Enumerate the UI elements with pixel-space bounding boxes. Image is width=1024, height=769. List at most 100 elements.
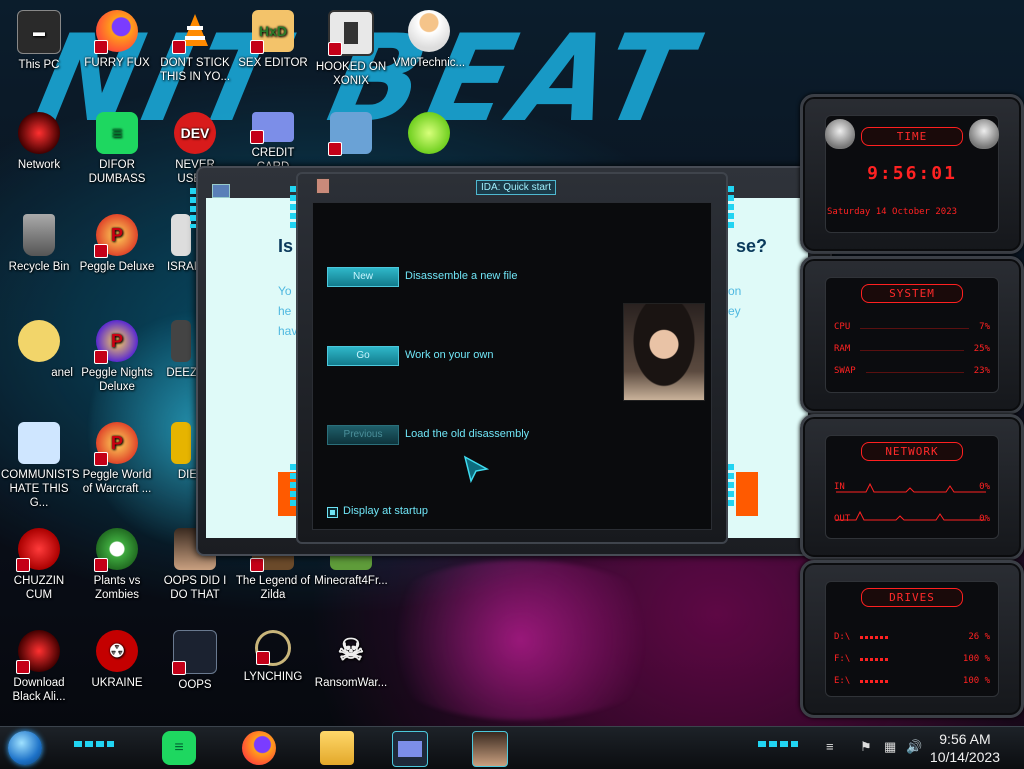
desktop-icon-network[interactable]: Network	[1, 110, 77, 172]
radiation-icon: ☢	[96, 630, 138, 672]
peggle-wow-icon: P	[94, 422, 138, 466]
desktop-icon-furry-fux[interactable]: FURRY FUX	[79, 8, 155, 70]
desktop-icon-peggle-deluxe[interactable]: P Peggle Deluxe	[79, 212, 155, 274]
desktop-icon-label: SEX EDITOR	[238, 57, 308, 69]
taskbar-credit-card-app-icon[interactable]	[392, 731, 428, 767]
go-button[interactable]: Go	[327, 346, 399, 366]
new-description: Disassemble a new file	[405, 270, 518, 282]
vlc-cone-icon	[172, 10, 216, 54]
spotify-green-icon: ≡	[96, 112, 138, 154]
desktop-icon-label: This PC	[18, 59, 60, 71]
shortcut-icon	[18, 422, 60, 464]
desktop-icon-recycle-bin[interactable]: Recycle Bin	[1, 212, 77, 274]
desktop-icon-ukraine[interactable]: ☢ UKRAINE	[79, 628, 155, 690]
desktop-icon-oops[interactable]: OOPS	[157, 628, 233, 692]
network-row-label: OUT	[834, 514, 851, 524]
desktop-icon-sex-editor[interactable]: HxD SEX EDITOR	[235, 8, 311, 70]
desktop-icon-santa[interactable]	[313, 110, 389, 158]
desktop-icon-this-pc[interactable]: ▬ This PC	[1, 8, 77, 72]
lime-icon	[408, 112, 450, 154]
go-description: Work on your own	[405, 349, 494, 361]
desktop-icon-download-black-ali[interactable]: Download Black Ali...	[1, 628, 77, 704]
desktop-icon-dont-stick[interactable]: DONT STICK THIS IN YO...	[157, 8, 233, 84]
taskbar-firefox-icon[interactable]	[242, 731, 276, 765]
network-row-in: IN 0%	[834, 482, 990, 492]
taskbar-accent-left	[74, 741, 114, 747]
dialog-title-icon	[316, 178, 330, 194]
ida-quick-start-dialog[interactable]: IDA: Quick start New Disassemble a new f…	[290, 172, 734, 544]
previous-button[interactable]: Previous	[327, 425, 399, 445]
display-at-startup-checkbox[interactable]	[327, 507, 338, 518]
desktop-icon-die[interactable]: DIE	[157, 420, 197, 482]
desktop-icon-label: OOPS DID I DO THAT	[163, 575, 227, 601]
desktop-icon-label: HOOKED ON XONIX	[315, 61, 387, 87]
credit-card-icon	[250, 112, 294, 144]
ida-main-window[interactable]: Is se? Yo he hav on ey IDA: Quick start …	[190, 166, 838, 556]
desktop-icon-label: RansomWar...	[314, 677, 388, 689]
dialog-right-accent-bottom	[728, 464, 734, 508]
network-row-value: 0%	[979, 514, 990, 524]
system-row-swap: SWAP 23%	[834, 366, 990, 376]
desktop-icon-difor-dumbass[interactable]: ≡ DIFOR DUMBASS	[79, 110, 155, 186]
desktop-icon-label: Plants vs Zombies	[93, 575, 141, 601]
dialog-left-accent-bottom	[290, 464, 296, 508]
desktop-icon-label: FURRY FUX	[84, 57, 150, 69]
network-row-value: 0%	[979, 482, 990, 492]
desktop-icon-label: Minecraft4Fr...	[314, 575, 388, 587]
taskbar-ida-icon[interactable]	[472, 731, 508, 767]
taskbar-file-explorer-icon[interactable]	[320, 731, 354, 765]
desktop-icon-label: The Legend of Zilda	[235, 575, 311, 601]
network-row-out: OUT 0%	[834, 514, 990, 524]
drive-row-value: 26 %	[968, 632, 990, 642]
system-row-value: 7%	[979, 322, 990, 332]
display-at-startup-label: Display at startup	[343, 505, 428, 517]
taskbar-clock[interactable]: 9:56 AM 10/14/2023	[930, 730, 1000, 766]
tray-volume-icon[interactable]: 🔊	[906, 739, 922, 755]
desktop-icon-chuzzin[interactable]: CHUZZIN CUM	[1, 526, 77, 602]
desktop-icon-ransomware[interactable]: ☠ RansomWar...	[313, 628, 389, 690]
desktop-icon-credit-card[interactable]: CREDIT CARD	[235, 110, 311, 174]
desktop-icon-communists[interactable]: COMMUNISTS HATE THIS G...	[1, 420, 80, 510]
taskbar-spotify-icon[interactable]: ≡	[162, 731, 196, 765]
desktop-icon-lynching[interactable]: LYNCHING	[235, 628, 311, 684]
start-button[interactable]	[8, 731, 42, 765]
skull-icon: ☠	[337, 634, 365, 667]
shortcut-icon	[171, 422, 191, 464]
desktop-icon-lime[interactable]	[391, 110, 467, 158]
desktop-icon-plants-vs-zombies[interactable]: Plants vs Zombies	[79, 526, 155, 602]
wallpaper-glow-pink	[360, 560, 680, 720]
network-gadget: NETWORK IN 0% OUT 0%	[800, 414, 1024, 560]
network-gadget-title: NETWORK	[861, 442, 963, 461]
desktop-icon-peggle-nights[interactable]: P Peggle Nights Deluxe	[79, 318, 155, 394]
knot-icon	[255, 630, 291, 666]
doc-text-left-1: Yo	[278, 284, 292, 298]
desktop-icon-vm0technic[interactable]: VM0Technic...	[391, 8, 467, 70]
dialog-left-accent-top	[290, 186, 296, 230]
doc-orange-block-right	[736, 472, 758, 516]
peggle-icon: P	[94, 214, 138, 258]
alien-head-icon-left	[825, 119, 855, 149]
desktop-icon-anel[interactable]: anel	[1, 318, 77, 380]
cartoon-girl-icon	[18, 320, 60, 362]
dialog-content: New Disassemble a new file Go Work on yo…	[312, 202, 712, 530]
clock-time: 9:56 AM	[939, 731, 991, 747]
tray-network-icon[interactable]: ▦	[884, 739, 896, 755]
system-row-label: RAM	[834, 344, 851, 354]
system-gadget-screen: SYSTEM CPU 7% RAM 25% SWAP 23%	[825, 277, 999, 393]
desktop-icon-label: ISRAI	[166, 261, 197, 273]
desktop-icon-deez[interactable]: DEEZ	[157, 318, 197, 380]
new-button[interactable]: New	[327, 267, 399, 287]
santa-icon	[328, 112, 372, 156]
dev-cpp-icon: DEV	[174, 112, 216, 154]
tray-menu-icon[interactable]: ≡	[826, 739, 834, 754]
time-gadget-title: TIME	[861, 127, 963, 146]
desktop-icon-peggle-wow[interactable]: P Peggle World of Warcraft ...	[79, 420, 155, 496]
network-row-label: IN	[834, 482, 845, 492]
desktop-icon-label: CHUZZIN CUM	[13, 575, 65, 601]
desktop-icon-hooked-on-xonix[interactable]: HOOKED ON XONIX	[313, 8, 389, 88]
doc-text-left-2: he	[278, 304, 292, 318]
drive-row-value: 100 %	[962, 654, 990, 664]
clock-date: 10/14/2023	[929, 749, 1000, 765]
tray-flag-icon[interactable]: ⚑	[860, 739, 872, 755]
time-gadget-clock: 9:56:01	[867, 163, 957, 184]
